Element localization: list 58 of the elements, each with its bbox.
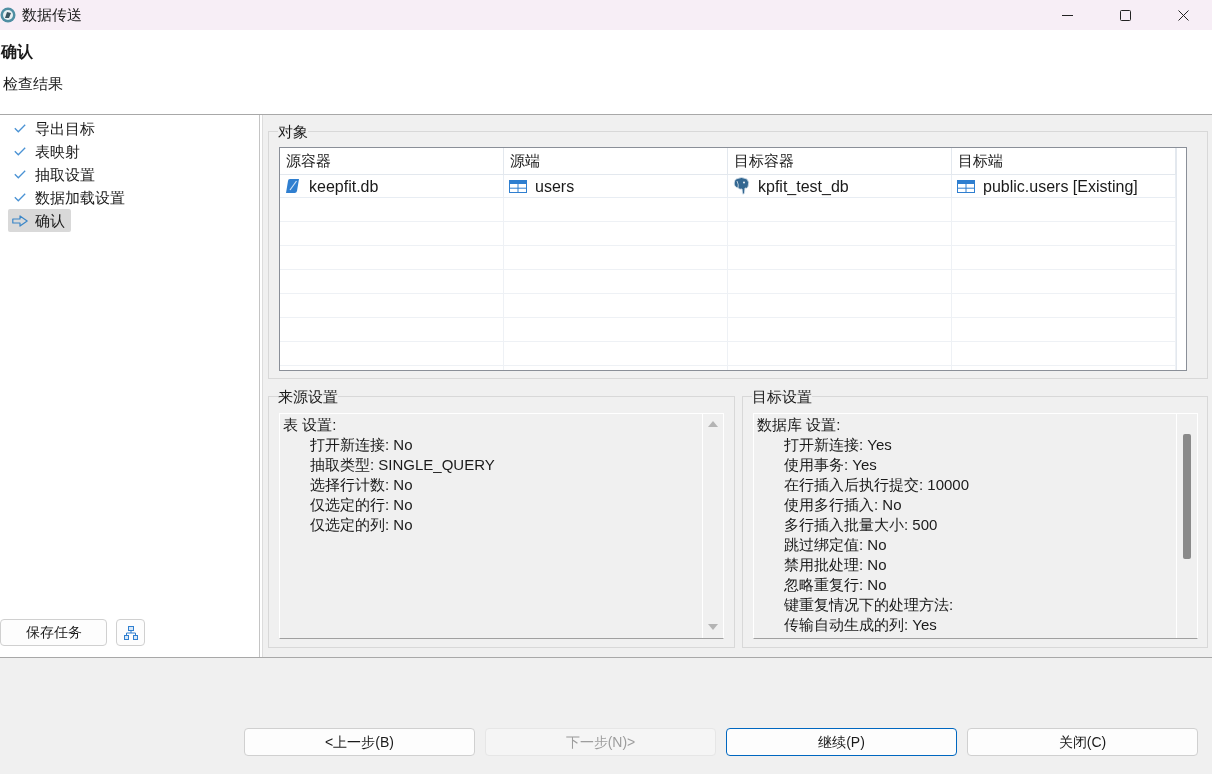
- table-cell: kpfit_test_db: [758, 176, 849, 196]
- settings-line: 跳过绑定值: No: [784, 535, 887, 555]
- scroll-down-icon[interactable]: [708, 624, 718, 630]
- group-title: 对象: [278, 122, 308, 141]
- settings-line: 传输自动生成的列: Yes: [784, 615, 937, 635]
- minimize-icon: [1061, 14, 1073, 16]
- page-subtitle: 检查结果: [2, 74, 63, 94]
- page-title: 确认: [0, 42, 33, 62]
- settings-line: 使用多行插入: No: [784, 495, 902, 515]
- table-icon: [957, 179, 975, 193]
- table-icon: [509, 179, 527, 193]
- scrollbar-thumb[interactable]: [1183, 434, 1191, 559]
- table-cell: keepfit.db: [309, 176, 379, 196]
- column-header[interactable]: 源容器: [286, 152, 331, 170]
- table-cell: public.users [Existing]: [983, 176, 1138, 196]
- check-icon: [14, 193, 26, 202]
- settings-line: 打开新连接: Yes: [784, 435, 892, 455]
- settings-heading: 表 设置:: [283, 415, 337, 435]
- settings-line: 键重复情况下的处理方法:: [784, 595, 954, 615]
- wizard-button[interactable]: 关闭(C): [967, 728, 1198, 756]
- settings-line: 在行插入后执行提交: 10000: [784, 475, 970, 495]
- settings-line: 选择行计数: No: [310, 475, 413, 495]
- settings-line: 多行插入批量大小: 500: [784, 515, 938, 535]
- document-icon: [285, 178, 301, 194]
- app-logo-icon: [0, 7, 16, 23]
- hierarchy-button[interactable]: [116, 619, 145, 646]
- step-item[interactable]: 导出目标: [8, 117, 101, 140]
- check-icon: [14, 170, 26, 179]
- wizard-button[interactable]: <上一步(B): [244, 728, 475, 756]
- column-header[interactable]: 目标容器: [734, 152, 794, 170]
- group-title: 目标设置: [752, 387, 812, 406]
- column-header[interactable]: 目标端: [958, 152, 1003, 170]
- maximize-icon: [1119, 9, 1131, 21]
- save-task-button[interactable]: 保存任务: [0, 619, 107, 646]
- step-item[interactable]: 数据加载设置: [8, 186, 131, 209]
- close-icon: [1177, 9, 1189, 21]
- check-icon: [14, 147, 26, 156]
- settings-line: 使用事务: Yes: [784, 455, 877, 475]
- settings-line: 抽取类型: SINGLE_QUERY: [310, 455, 495, 475]
- settings-line: 忽略重复行: No: [784, 575, 887, 595]
- elephant-icon: [733, 177, 750, 195]
- table-cell: users: [535, 176, 575, 196]
- step-item[interactable]: 表映射: [8, 140, 86, 163]
- settings-line: 打开新连接: No: [310, 435, 413, 455]
- arrow-right-icon: [12, 214, 28, 227]
- step-item[interactable]: 确认: [8, 209, 71, 232]
- settings-line: 仅选定的列: No: [310, 515, 413, 535]
- group-title: 来源设置: [278, 387, 338, 406]
- settings-line: 禁用批处理: No: [784, 555, 887, 575]
- column-header[interactable]: 源端: [510, 152, 540, 170]
- scroll-up-icon[interactable]: [708, 421, 718, 427]
- settings-heading: 数据库 设置:: [757, 415, 841, 435]
- settings-line: 仅选定的行: No: [310, 495, 413, 515]
- step-item[interactable]: 抽取设置: [8, 163, 101, 186]
- window-title: 数据传送: [22, 6, 82, 24]
- hierarchy-icon: [122, 624, 139, 641]
- wizard-button[interactable]: 继续(P): [726, 728, 957, 756]
- check-icon: [14, 124, 26, 133]
